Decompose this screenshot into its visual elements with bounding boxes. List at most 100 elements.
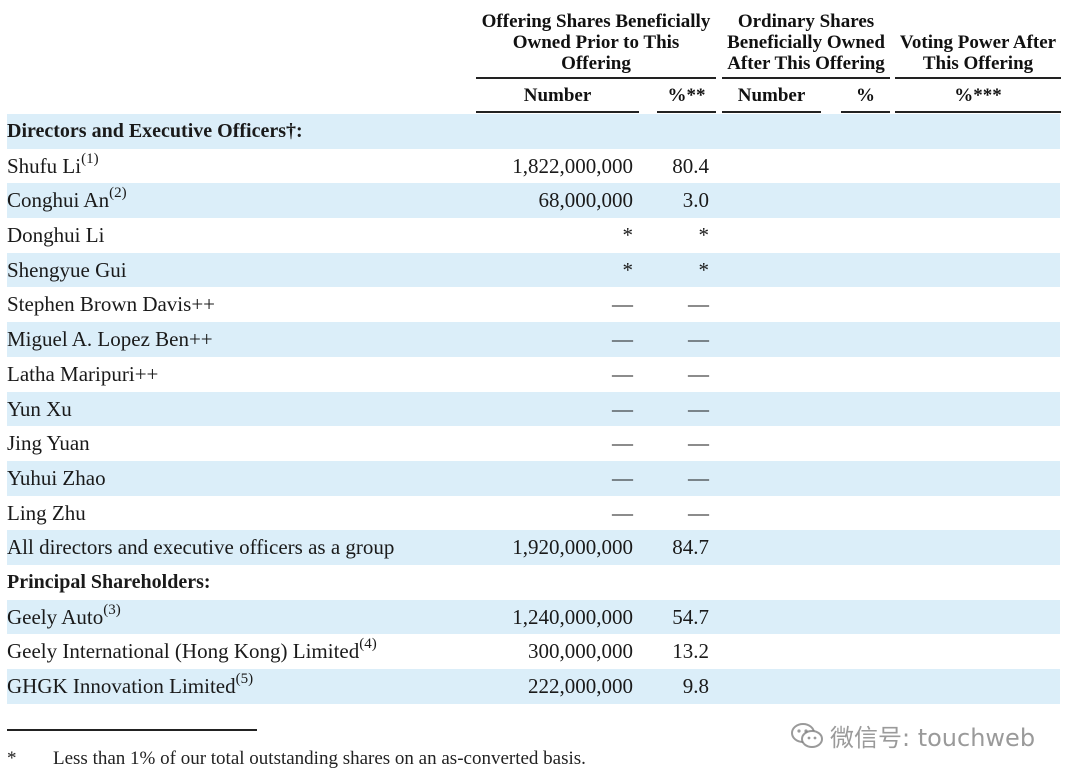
shares-percent: *: [698, 257, 710, 282]
shares-number: —: [612, 292, 633, 317]
shares-percent: —: [688, 361, 709, 386]
shares-percent: —: [688, 292, 709, 317]
header-offering-shares-prior: Offering Shares Beneficially Owned Prior…: [476, 11, 716, 74]
shares-number: 300,000,000: [528, 639, 633, 664]
shares-percent: —: [688, 465, 709, 490]
holder-name-text: Shengyue Gui: [7, 257, 127, 282]
subheader-number-prior: Number: [523, 85, 592, 106]
subheader-pct-voting: %***: [954, 85, 1002, 106]
holder-name-text: Ling Zhu: [7, 500, 86, 525]
table-row: Yuhui Zhao — —: [7, 460, 1060, 496]
holder-name: Miguel A. Lopez Ben++: [7, 322, 213, 357]
subheader-rule-pct-prior: [657, 111, 716, 113]
shares-number: —: [612, 361, 633, 386]
subheader-rule-number-prior: [476, 111, 639, 113]
shares-percent: 84.7: [672, 535, 709, 560]
holder-name: Donghui Li: [7, 218, 104, 253]
shares-number: *: [622, 223, 634, 248]
table-row: Geely Auto(3) 1,240,000,000 54.7: [7, 599, 1060, 635]
header-voting-power-after: Voting Power After This Offering: [895, 32, 1061, 74]
header-rule-group1: [476, 77, 716, 79]
holder-name-text: Conghui An: [7, 188, 110, 213]
holder-name: Geely Auto(3): [7, 600, 121, 635]
holder-name: All directors and executive officers as …: [7, 530, 394, 565]
holder-name-text: Principal Shareholders:: [7, 570, 211, 593]
holder-name: Latha Maripuri++: [7, 357, 158, 392]
subheader-rule-pct-after: [841, 111, 890, 113]
subheader-rule-pct-voting: [895, 111, 1061, 113]
header-rule-group3: [895, 77, 1061, 79]
subheader-pct-prior: %**: [667, 85, 706, 106]
shares-number: 1,822,000,000: [512, 153, 633, 178]
table-row: GHGK Innovation Limited(5) 222,000,000 9.8: [7, 669, 1060, 704]
shares-percent: 3.0: [682, 188, 709, 213]
footnote-mark: *: [7, 748, 17, 769]
footnote-text: Less than 1% of our total outstanding sh…: [53, 748, 586, 769]
shares-percent: —: [688, 327, 709, 352]
shares-number: —: [612, 431, 633, 456]
header-line: Voting Power After: [899, 32, 1057, 53]
footnote-reference: (4): [359, 636, 377, 653]
holder-name: Jing Yuan: [7, 426, 90, 461]
holder-name: Conghui An(2): [7, 183, 127, 218]
holder-name: Yun Xu: [7, 392, 72, 427]
shares-percent: —: [688, 396, 709, 421]
shares-number: 1,240,000,000: [512, 604, 633, 629]
ownership-table-body: Directors and Executive Officers†: Shufu …: [7, 114, 1060, 704]
holder-name-text: Donghui Li: [7, 223, 105, 248]
footnote-divider: [7, 729, 257, 731]
shares-percent: —: [688, 431, 709, 456]
subheader-pct-after: %: [856, 85, 875, 106]
section-title: Principal Shareholders:: [7, 565, 211, 600]
footnote-reference: (5): [235, 671, 254, 687]
shares-percent: 13.2: [672, 639, 709, 664]
holder-name-text: Stephen Brown Davis++: [7, 292, 216, 317]
holder-name-text: Geely International (Hong Kong) Limited: [7, 639, 360, 664]
footnote: * Less than 1% of our total outstanding s…: [7, 748, 586, 770]
holder-name-text: Directors and Executive Officers†:: [7, 120, 303, 142]
shares-percent: 80.4: [672, 153, 709, 178]
shares-percent: 54.7: [672, 604, 709, 629]
shares-number: 222,000,000: [528, 674, 633, 698]
wechat-icon: [791, 722, 823, 748]
subheader-rule-number-after: [722, 111, 821, 113]
header-ordinary-shares-after: Ordinary Shares Beneficially Owned After…: [722, 11, 890, 74]
shares-percent: —: [688, 500, 709, 525]
table-row: Miguel A. Lopez Ben++ — —: [7, 322, 1060, 357]
table-row: Latha Maripuri++ — —: [7, 357, 1060, 392]
shares-percent: *: [698, 223, 710, 248]
table-row: Yun Xu — —: [7, 391, 1060, 427]
table-row: Conghui An(2) 68,000,000 3.0: [7, 183, 1060, 219]
table-row: Ling Zhu — —: [7, 496, 1060, 531]
section-header-row: Principal Shareholders:: [7, 565, 1060, 600]
shares-number: —: [612, 327, 633, 352]
shares-number: 68,000,000: [538, 188, 634, 213]
holder-name: Yuhui Zhao: [7, 461, 106, 496]
header-line: After This Offering: [727, 53, 885, 74]
holder-name: GHGK Innovation Limited(5): [7, 669, 253, 704]
footnote-reference: (3): [103, 601, 121, 618]
footnote-reference: (1): [81, 150, 99, 167]
table-row: Shufu Li(1) 1,822,000,000 80.4: [7, 149, 1060, 184]
shares-number: —: [612, 396, 633, 421]
section-title: Directors and Executive Officers†:: [7, 114, 303, 149]
header-rule-group2: [722, 77, 890, 79]
table-row: Jing Yuan — —: [7, 426, 1060, 461]
holder-name-text: Jing Yuan: [7, 431, 90, 456]
header-line: Ordinary Shares: [737, 11, 875, 32]
holder-name: Stephen Brown Davis++: [7, 287, 215, 322]
holder-name: Ling Zhu: [7, 496, 86, 531]
watermark: 微信号: touchweb: [790, 718, 1035, 753]
holder-name-text: All directors and executive officers as …: [7, 535, 395, 560]
table-row: Stephen Brown Davis++ — —: [7, 287, 1060, 322]
shares-percent: 9.8: [682, 674, 709, 698]
subheader-number-after: Number: [737, 85, 806, 106]
shares-number: 1,920,000,000: [512, 535, 633, 560]
holder-name: Shufu Li(1): [7, 149, 99, 184]
holder-name-text: Shufu Li: [7, 153, 82, 178]
table-row: All directors and executive officers as …: [7, 530, 1060, 565]
footnote-reference: (2): [109, 185, 127, 202]
header-line: Beneficially Owned: [727, 32, 885, 53]
holder-name: Shengyue Gui: [7, 253, 127, 288]
table-row: Donghui Li * *: [7, 218, 1060, 253]
